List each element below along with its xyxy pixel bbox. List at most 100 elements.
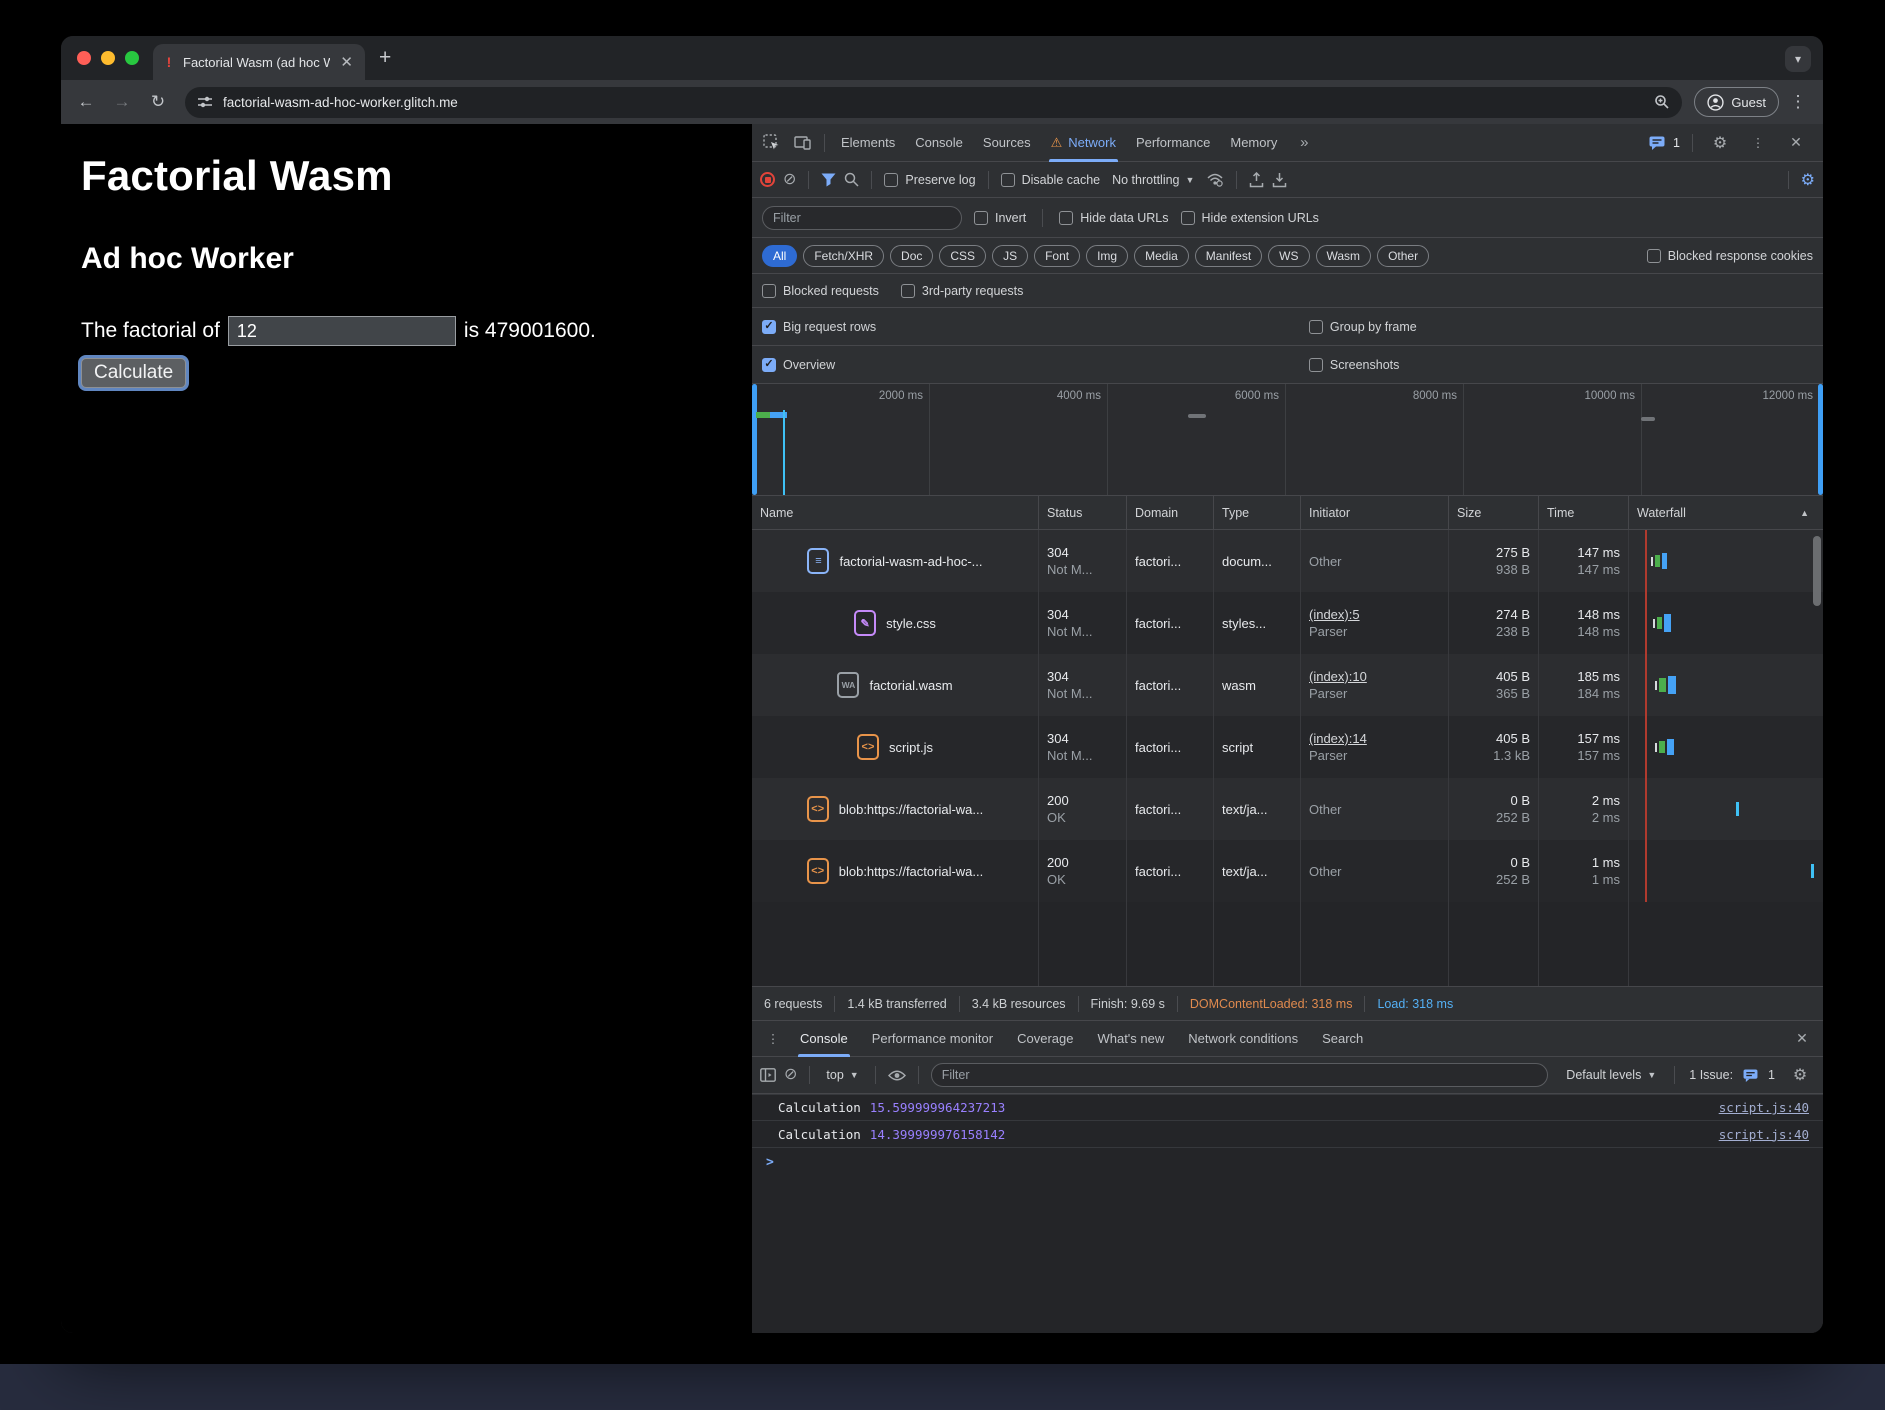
log-source-link[interactable]: script.js:40: [1719, 1127, 1809, 1142]
big-request-rows-checkbox[interactable]: ✓Big request rows: [762, 320, 876, 334]
devtools-tab-network[interactable]: ⚠Network: [1041, 124, 1126, 162]
inspect-element-icon[interactable]: [756, 129, 786, 157]
column-header-initiator[interactable]: Initiator: [1301, 496, 1449, 529]
log-source-link[interactable]: script.js:40: [1719, 1100, 1809, 1115]
filter-chip-doc[interactable]: Doc: [890, 245, 933, 267]
address-bar[interactable]: factorial-wasm-ad-hoc-worker.glitch.me: [185, 87, 1682, 118]
record-network-log-icon[interactable]: [760, 172, 775, 187]
devtools-settings-icon[interactable]: ⚙: [1705, 129, 1735, 157]
overview-left-handle[interactable]: [752, 384, 757, 495]
issues-link-label[interactable]: 1 Issue:: [1689, 1068, 1733, 1082]
group-by-frame-checkbox[interactable]: Group by frame: [1309, 320, 1417, 334]
new-tab-button[interactable]: +: [379, 46, 391, 70]
table-row[interactable]: ✎style.css304Not M...factori...styles...…: [752, 592, 1823, 654]
console-levels-select[interactable]: Default levels▼: [1562, 1068, 1660, 1082]
column-header-size[interactable]: Size: [1449, 496, 1539, 529]
column-header-type[interactable]: Type: [1214, 496, 1301, 529]
third-party-requests-checkbox[interactable]: 3rd-party requests: [901, 284, 1023, 298]
throttling-select[interactable]: No throttling ▼: [1108, 173, 1198, 187]
console-prompt[interactable]: >: [752, 1148, 1823, 1177]
console-eye-icon[interactable]: [888, 1069, 906, 1082]
devtools-menu-icon[interactable]: ⋮: [1743, 129, 1773, 157]
column-header-time[interactable]: Time: [1539, 496, 1629, 529]
initiator-link[interactable]: (index):5: [1309, 607, 1440, 622]
forward-icon[interactable]: →: [107, 87, 137, 117]
devtools-tab-memory[interactable]: Memory: [1220, 124, 1287, 162]
drawer-tab-what-s-new[interactable]: What's new: [1085, 1021, 1176, 1057]
network-overview-timeline[interactable]: 2000 ms4000 ms6000 ms8000 ms10000 ms1200…: [752, 384, 1823, 496]
browser-menu-icon[interactable]: ⋮: [1783, 87, 1813, 117]
network-settings-icon[interactable]: ⚙: [1801, 170, 1815, 190]
tab-close-icon[interactable]: ✕: [338, 53, 355, 71]
hide-data-urls-checkbox[interactable]: Hide data URLs: [1059, 211, 1168, 225]
console-context-select[interactable]: top▼: [822, 1068, 862, 1082]
devtools-tab-elements[interactable]: Elements: [831, 124, 905, 162]
filter-chip-js[interactable]: JS: [992, 245, 1028, 267]
preserve-log-checkbox[interactable]: Preserve log: [884, 173, 975, 187]
tab-search-button[interactable]: ▾: [1785, 46, 1811, 72]
zoom-icon[interactable]: [1654, 94, 1670, 110]
console-filter-input[interactable]: [931, 1063, 1549, 1087]
filter-chip-img[interactable]: Img: [1086, 245, 1128, 267]
column-header-domain[interactable]: Domain: [1127, 496, 1214, 529]
filter-chip-wasm[interactable]: Wasm: [1316, 245, 1372, 267]
overview-checkbox[interactable]: ✓Overview: [762, 358, 835, 372]
devtools-tab-performance[interactable]: Performance: [1126, 124, 1220, 162]
table-scrollbar[interactable]: [1813, 536, 1821, 606]
filter-chip-css[interactable]: CSS: [939, 245, 986, 267]
network-filter-input[interactable]: [762, 206, 962, 230]
table-row[interactable]: <>script.js304Not M...factori...script(i…: [752, 716, 1823, 778]
overview-right-handle[interactable]: [1818, 384, 1823, 495]
request-name-cell[interactable]: WAfactorial.wasm: [752, 654, 1039, 716]
table-row[interactable]: WAfactorial.wasm304Not M...factori...was…: [752, 654, 1823, 716]
drawer-tab-network-conditions[interactable]: Network conditions: [1176, 1021, 1310, 1057]
calculate-button[interactable]: Calculate: [81, 358, 186, 388]
initiator-link[interactable]: (index):14: [1309, 731, 1440, 746]
filter-chip-other[interactable]: Other: [1377, 245, 1429, 267]
more-tabs-icon[interactable]: »: [1289, 129, 1319, 157]
request-name-cell[interactable]: ≡factorial-wasm-ad-hoc-...: [752, 530, 1039, 592]
table-row[interactable]: <>blob:https://factorial-wa...200OKfacto…: [752, 840, 1823, 902]
filter-chip-media[interactable]: Media: [1134, 245, 1189, 267]
blocked-response-cookies-checkbox[interactable]: Blocked response cookies: [1647, 249, 1813, 263]
search-icon[interactable]: [844, 172, 859, 187]
close-window-button[interactable]: [77, 51, 91, 65]
reload-icon[interactable]: ↻: [143, 87, 173, 117]
factorial-input[interactable]: [228, 316, 456, 346]
back-icon[interactable]: ←: [71, 87, 101, 117]
request-name-cell[interactable]: ✎style.css: [752, 592, 1039, 654]
table-row[interactable]: <>blob:https://factorial-wa...200OKfacto…: [752, 778, 1823, 840]
browser-tab[interactable]: ! Factorial Wasm (ad hoc Work ✕: [153, 44, 365, 80]
drawer-tab-performance-monitor[interactable]: Performance monitor: [860, 1021, 1005, 1057]
drawer-close-icon[interactable]: ✕: [1787, 1025, 1817, 1053]
filter-chip-all[interactable]: All: [762, 245, 797, 267]
network-conditions-icon[interactable]: [1206, 172, 1224, 187]
screenshots-checkbox[interactable]: Screenshots: [1309, 358, 1399, 372]
blocked-requests-checkbox[interactable]: Blocked requests: [762, 284, 879, 298]
drawer-menu-icon[interactable]: ⋮: [758, 1025, 788, 1053]
issues-icon[interactable]: [1649, 136, 1665, 150]
filter-chip-ws[interactable]: WS: [1268, 245, 1309, 267]
import-har-icon[interactable]: [1249, 172, 1264, 188]
invert-checkbox[interactable]: Invert: [974, 211, 1026, 225]
filter-chip-fetch-xhr[interactable]: Fetch/XHR: [803, 245, 884, 267]
hide-extension-urls-checkbox[interactable]: Hide extension URLs: [1181, 211, 1319, 225]
initiator-link[interactable]: (index):10: [1309, 669, 1440, 684]
table-row[interactable]: ≡factorial-wasm-ad-hoc-...304Not M...fac…: [752, 530, 1823, 592]
drawer-tab-search[interactable]: Search: [1310, 1021, 1375, 1057]
column-header-name[interactable]: Name: [752, 496, 1039, 529]
drawer-tab-coverage[interactable]: Coverage: [1005, 1021, 1085, 1057]
column-header-waterfall[interactable]: Waterfall▲: [1629, 496, 1823, 529]
devtools-close-icon[interactable]: ✕: [1781, 129, 1811, 157]
drawer-tab-console[interactable]: Console: [788, 1021, 860, 1057]
column-header-status[interactable]: Status: [1039, 496, 1127, 529]
filter-chip-font[interactable]: Font: [1034, 245, 1080, 267]
clear-console-icon[interactable]: ⊘: [784, 1067, 797, 1083]
profile-button[interactable]: Guest: [1694, 87, 1779, 117]
device-toolbar-icon[interactable]: [788, 129, 818, 157]
console-settings-icon[interactable]: ⚙: [1785, 1061, 1815, 1089]
drawer-issues-icon[interactable]: [1743, 1069, 1758, 1082]
clear-network-log-icon[interactable]: ⊘: [783, 172, 796, 188]
devtools-tab-console[interactable]: Console: [905, 124, 973, 162]
site-settings-icon[interactable]: [197, 94, 213, 110]
